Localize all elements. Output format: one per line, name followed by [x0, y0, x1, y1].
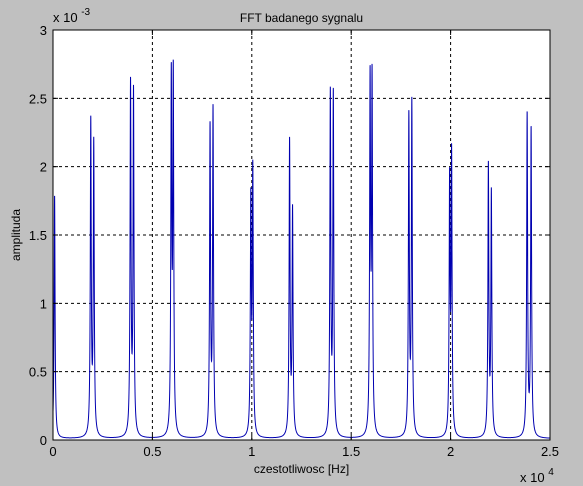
x-tick-label: 1.5 — [342, 444, 360, 459]
y-axis-label: amplituda — [9, 209, 23, 261]
y-tick-label: 0 — [40, 433, 47, 448]
x-tick-label: 2 — [447, 444, 454, 459]
y-tick-label: 2 — [40, 160, 47, 175]
y-tick-label: 1.5 — [29, 228, 47, 243]
x-tick-label: 1 — [248, 444, 255, 459]
x-exponent-power: 4 — [548, 467, 554, 478]
y-tick-label: 2.5 — [29, 91, 47, 106]
y-axis-exponent: x 10 -3 — [53, 7, 91, 25]
x-axis-label: czestotliwosc [Hz] — [254, 462, 349, 476]
y-tick-label: 3 — [40, 23, 47, 38]
y-exponent-power: -3 — [81, 7, 90, 18]
x-tick-label: 0.5 — [143, 444, 161, 459]
chart-title: FFT badanego sygnalu — [240, 11, 363, 25]
chart-svg: 0 0.5 1 1.5 2 2.5 0 0.5 1 1.5 2 2.5 3 FFT badanego s… — [9, 7, 559, 485]
y-tick-label: 0.5 — [29, 365, 47, 380]
figure: 0 0.5 1 1.5 2 2.5 0 0.5 1 1.5 2 2.5 3 FFT badanego s… — [0, 0, 583, 486]
y-exponent-base: x 10 — [53, 10, 78, 25]
x-axis-exponent: x 10 4 — [520, 467, 554, 485]
x-tick-label: 0 — [49, 444, 56, 459]
x-tick-label: 2.5 — [541, 444, 559, 459]
y-tick-label: 1 — [40, 296, 47, 311]
x-exponent-base: x 10 — [520, 470, 545, 485]
